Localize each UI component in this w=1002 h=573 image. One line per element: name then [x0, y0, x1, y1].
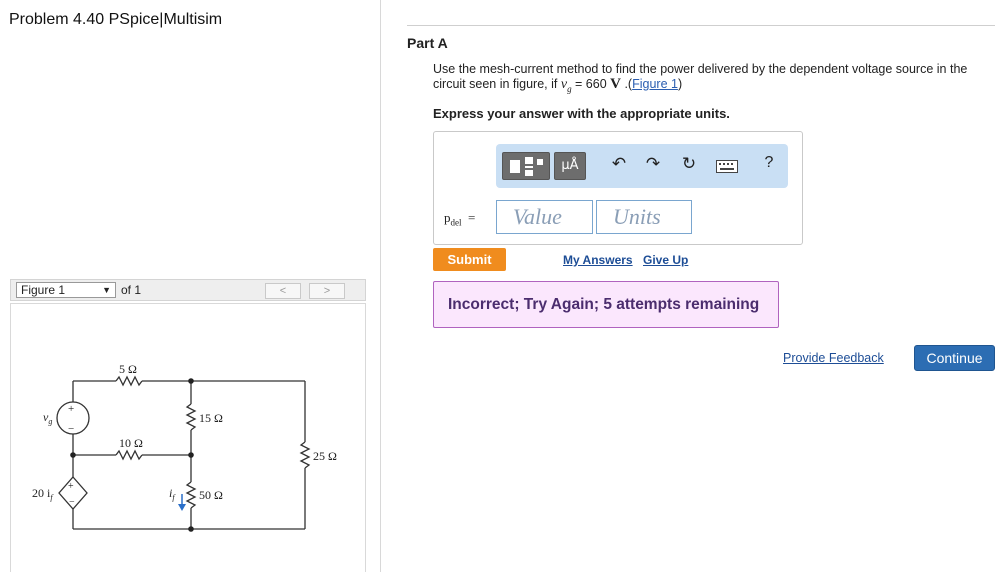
part-title: Part A — [407, 35, 448, 51]
figure-select-value: Figure 1 — [21, 283, 66, 297]
templates-button[interactable] — [502, 152, 550, 180]
answer-variable-label: pdel = — [444, 210, 476, 228]
keyboard-icon[interactable] — [716, 158, 738, 178]
prompt-text: Use the mesh-current method to find the … — [433, 62, 968, 91]
instruction-text: Express your answer with the appropriate… — [433, 106, 730, 121]
my-answers-link[interactable]: My Answers — [563, 253, 633, 267]
resistor-5-label: 5 Ω — [119, 362, 137, 376]
prev-figure-button[interactable]: < — [265, 283, 301, 299]
continue-button[interactable]: Continue — [914, 345, 995, 371]
feedback-message: Incorrect; Try Again; 5 attempts remaini… — [433, 281, 779, 328]
math-toolbar: μÅ ↶ ↷ ↻ ? — [496, 144, 788, 188]
provide-feedback-link[interactable]: Provide Feedback — [783, 351, 884, 365]
resistor-50-label: 50 Ω — [199, 488, 223, 502]
vg-plus-sign: + — [68, 403, 74, 415]
units-input[interactable]: Units — [596, 200, 692, 234]
resistor-25-label: 25 Ω — [313, 449, 337, 463]
prompt-close: ) — [677, 77, 683, 91]
redo-icon[interactable]: ↷ — [642, 154, 664, 174]
figure-count: of 1 — [121, 283, 142, 297]
next-figure-button[interactable]: > — [309, 283, 345, 299]
templates-icon — [510, 157, 543, 176]
figure-viewer: 5 Ω 15 Ω 10 Ω 25 Ω 50 Ω + − + − vg 20 if… — [10, 303, 366, 572]
current-label: if — [169, 486, 176, 502]
figure-select[interactable]: Figure 1 ▼ — [16, 282, 116, 298]
reset-icon[interactable]: ↻ — [678, 154, 700, 174]
figure-panel: Problem 4.40 PSpice|Multisim Figure 1 ▼ … — [0, 0, 380, 572]
answer-box: μÅ ↶ ↷ ↻ ? pdel = Value Units — [433, 131, 803, 245]
dep-minus-sign: − — [69, 497, 75, 508]
vg-label: vg — [43, 410, 52, 426]
value-input[interactable]: Value — [496, 200, 593, 234]
figure-link[interactable]: Figure 1 — [632, 77, 678, 91]
submit-button[interactable]: Submit — [433, 248, 506, 271]
part-divider — [407, 25, 995, 26]
resistor-15-label: 15 Ω — [199, 411, 223, 425]
problem-title: Problem 4.40 PSpice|Multisim — [9, 11, 223, 28]
chevron-down-icon: ▼ — [102, 285, 111, 295]
panel-divider — [380, 0, 381, 572]
prompt-unit: V — [610, 76, 621, 92]
help-button[interactable]: ? — [758, 154, 780, 172]
circuit-diagram: 5 Ω 15 Ω 10 Ω 25 Ω 50 Ω + − + − vg 20 if… — [32, 362, 337, 532]
units-button[interactable]: μÅ — [554, 152, 586, 180]
vg-minus-sign: − — [68, 423, 74, 435]
undo-icon[interactable]: ↶ — [608, 154, 630, 174]
dep-plus-sign: + — [68, 481, 74, 492]
prompt-variable: vg — [560, 77, 572, 94]
prompt-after: .( — [620, 77, 633, 91]
resistor-10-label: 10 Ω — [119, 436, 143, 450]
figure-nav-bar: Figure 1 ▼ of 1 < > — [10, 279, 366, 301]
give-up-link[interactable]: Give Up — [643, 253, 688, 267]
dependent-source-label: 20 if — [32, 486, 54, 502]
prompt-value: = 660 — [571, 77, 611, 91]
question-prompt: Use the mesh-current method to find the … — [433, 62, 995, 97]
